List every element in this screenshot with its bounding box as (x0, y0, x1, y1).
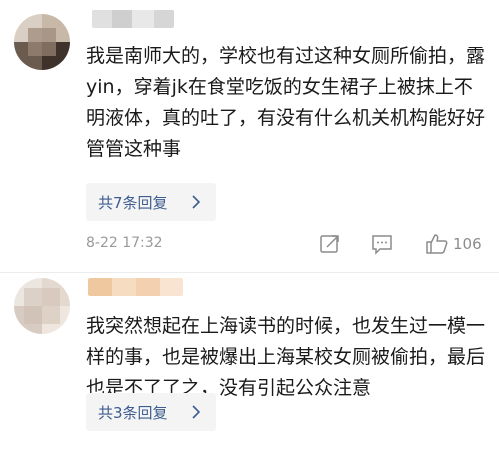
replies-count-label: 共3条回复 (98, 404, 168, 422)
comment-icon[interactable] (371, 233, 393, 255)
chevron-right-icon (192, 405, 200, 419)
like-count: 106 (453, 235, 482, 253)
comment-item: 我是南师大的，学校也有过这种女厕所偷拍，露yin，穿着jk在食堂吃饭的女生裙子上… (0, 0, 499, 273)
timestamp: 8-22 17:32 (86, 235, 163, 251)
like-icon[interactable] (425, 233, 449, 255)
replies-count-label: 共7条回复 (98, 194, 168, 212)
avatar[interactable] (14, 14, 70, 70)
comment-text: 我突然想起在上海读书的时候，也发生过一模一样的事，也是被爆出上海某校女厕被偷拍，… (86, 315, 486, 399)
share-icon[interactable] (319, 233, 341, 255)
view-replies-button[interactable]: 共3条回复 (86, 393, 216, 431)
avatar[interactable] (14, 278, 70, 334)
username-blurred[interactable] (88, 278, 183, 296)
view-replies-button[interactable]: 共7条回复 (86, 183, 216, 221)
comment-text: 我是南师大的，学校也有过这种女厕所偷拍，露yin，穿着jk在食堂吃饭的女生裙子上… (86, 45, 486, 160)
chevron-right-icon (192, 195, 200, 209)
comment-item: 我突然想起在上海读书的时候，也发生过一模一样的事，也是被爆出上海某校女厕被偷拍，… (0, 273, 499, 462)
username-blurred[interactable] (92, 10, 174, 28)
